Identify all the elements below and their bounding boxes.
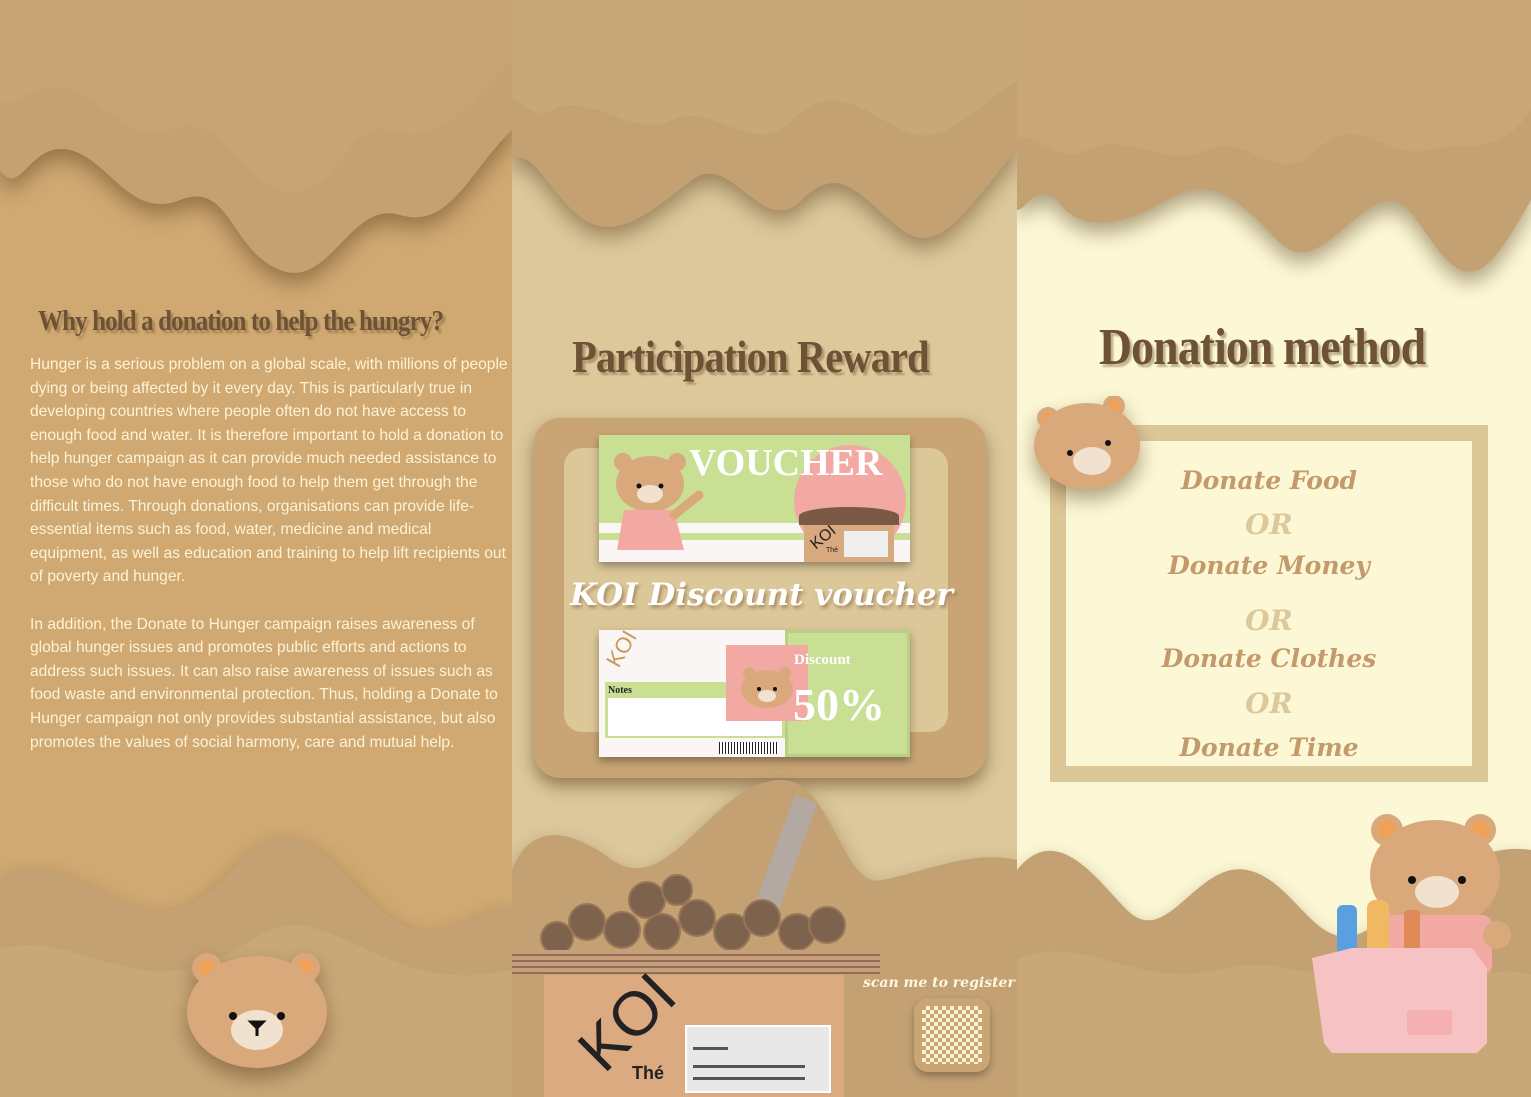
option-donate-time: Donate Time — [1179, 733, 1359, 762]
section-title: Donation method — [1099, 319, 1426, 376]
bear-face-icon — [741, 667, 793, 708]
discount-value: 50% — [793, 679, 885, 730]
option-donate-clothes: Donate Clothes — [1161, 644, 1377, 673]
top-drip-wave — [0, 0, 512, 273]
boba-pearls-icon — [540, 874, 846, 955]
boba-pearls-icon — [799, 507, 899, 525]
brand-logo: KOI — [565, 960, 690, 1085]
top-drip-wave — [1017, 0, 1531, 272]
bear-face-icon — [1034, 396, 1140, 489]
section-title: Why hold a donation to help the hungry? — [38, 305, 444, 337]
voucher-caption: KOI Discount voucher — [570, 577, 953, 613]
section-title: Participation Reward — [572, 331, 930, 382]
bear-donation-box-icon — [1312, 814, 1511, 1053]
or-separator: OR — [1245, 604, 1293, 637]
panel-participation-reward: Participation Reward VOUCHER KOI Thé KOI… — [512, 0, 1017, 1097]
panel-donation-method: Donation method Donate Food OR Donate Mo… — [1017, 0, 1531, 1097]
body-text: Hunger is a serious problem on a global … — [30, 353, 512, 778]
bear-mascot-icon — [614, 453, 704, 550]
paragraph: Hunger is a serious problem on a global … — [30, 356, 508, 586]
brand-sub: Thé — [632, 1063, 665, 1083]
cup-label — [685, 1025, 831, 1093]
cup-icon: KOI Thé — [544, 960, 844, 1097]
paragraph: In addition, the Donate to Hunger campai… — [30, 615, 498, 751]
discount-label: Discount — [794, 652, 851, 668]
or-separator: OR — [1245, 687, 1293, 720]
qr-code[interactable] — [914, 998, 990, 1072]
voucher-back[interactable]: KOI Notes Discount 50% — [599, 630, 910, 757]
option-donate-money: Donate Money — [1168, 551, 1370, 580]
voucher-heading: VOUCHER — [689, 442, 883, 484]
scan-label: scan me to register — [863, 975, 1015, 991]
brand-logo: KOI — [601, 630, 642, 672]
voucher-front[interactable]: VOUCHER KOI Thé — [599, 435, 910, 562]
panel-why-donate: Why hold a donation to help the hungry? … — [0, 0, 512, 1097]
barcode-icon — [719, 742, 779, 754]
top-drip-wave — [512, 0, 1017, 239]
cup-icon: KOI Thé — [804, 522, 894, 562]
bear-face-icon — [187, 953, 327, 1068]
or-separator: OR — [1245, 508, 1293, 541]
cup-rim — [512, 950, 880, 974]
